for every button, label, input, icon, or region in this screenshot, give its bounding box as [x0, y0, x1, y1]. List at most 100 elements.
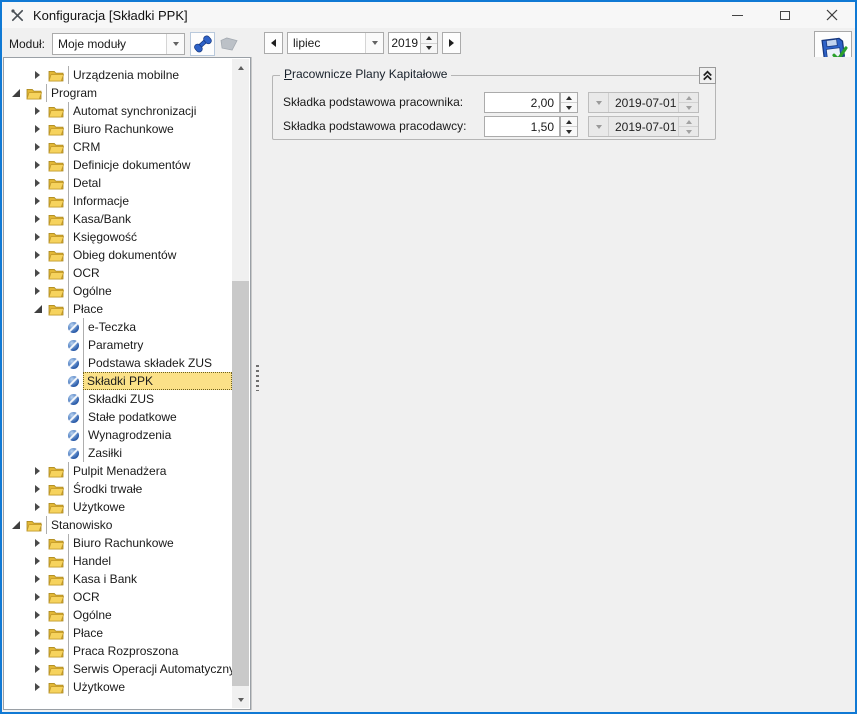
expand-arrow-icon[interactable] — [32, 287, 43, 295]
panel-splitter[interactable] — [251, 57, 262, 710]
tree-item[interactable]: Kasa/Bank — [5, 210, 232, 228]
tree-item[interactable]: Użytkowe — [5, 498, 232, 516]
tree-item[interactable]: Ogólne — [5, 282, 232, 300]
tree-item[interactable]: Podstawa składek ZUS — [5, 354, 232, 372]
expand-arrow-icon[interactable] — [32, 575, 43, 583]
expand-arrow-icon[interactable] — [32, 485, 43, 493]
expand-arrow-icon[interactable] — [32, 665, 43, 673]
expand-arrow-icon[interactable] — [32, 125, 43, 133]
tree-item[interactable]: Składki ZUS — [5, 390, 232, 408]
tree-item[interactable]: Informacje — [5, 192, 232, 210]
scroll-down-button[interactable] — [232, 691, 249, 708]
tree-item-label: Stanowisko — [46, 516, 232, 534]
spin-down-button[interactable] — [561, 102, 577, 112]
expand-arrow-icon[interactable] — [32, 251, 43, 259]
tree-item[interactable]: Detal — [5, 174, 232, 192]
expand-arrow-icon[interactable] — [32, 683, 43, 691]
tree-item[interactable]: Pulpit Menadżera — [5, 462, 232, 480]
close-button[interactable] — [808, 2, 855, 28]
tree-item[interactable]: Stałe podatkowe — [5, 408, 232, 426]
tree-item[interactable]: Składki PPK — [5, 372, 232, 390]
year-up-button[interactable] — [421, 33, 437, 43]
tree-item[interactable]: Urządzenia mobilne — [5, 66, 232, 84]
month-combobox-arrow[interactable] — [365, 33, 383, 53]
collapse-arrow-icon[interactable] — [32, 305, 43, 313]
tree-item[interactable]: Parametry — [5, 336, 232, 354]
spin-up-button[interactable] — [561, 117, 577, 126]
tree-item[interactable]: Definicje dokumentów — [5, 156, 232, 174]
minimize-button[interactable] — [714, 2, 761, 28]
employer-contribution-input[interactable]: 1,50 — [484, 116, 560, 137]
expand-arrow-icon[interactable] — [32, 593, 43, 601]
expand-arrow-icon[interactable] — [32, 557, 43, 565]
tree-item[interactable]: Program — [5, 84, 232, 102]
tree-item[interactable]: CRM — [5, 138, 232, 156]
tree-item-label: Obieg dokumentów — [68, 246, 232, 264]
previous-month-button[interactable] — [264, 32, 283, 54]
tree-item[interactable]: OCR — [5, 264, 232, 282]
month-combobox[interactable]: lipiec — [287, 32, 384, 54]
collapse-arrow-icon[interactable] — [10, 521, 21, 529]
tree-item[interactable]: Obieg dokumentów — [5, 246, 232, 264]
tree-item[interactable]: Automat synchronizacji — [5, 102, 232, 120]
spin-up-button[interactable] — [561, 93, 577, 102]
expand-arrow-icon[interactable] — [32, 629, 43, 637]
maximize-button[interactable] — [761, 2, 808, 28]
expand-arrow-icon[interactable] — [32, 611, 43, 619]
folder-icon — [26, 87, 42, 100]
collapse-group-button[interactable] — [699, 67, 716, 84]
tree-item[interactable]: Biuro Rachunkowe — [5, 534, 232, 552]
groupbox-title: Pracownicze Plany Kapitałowe — [280, 67, 451, 81]
arrow-down-icon — [566, 130, 572, 134]
tree-item[interactable]: Płace — [5, 300, 232, 318]
expand-arrow-icon[interactable] — [32, 161, 43, 169]
folder-icon — [48, 555, 64, 568]
module-combobox[interactable]: Moje moduły — [52, 33, 185, 55]
expand-arrow-icon[interactable] — [32, 71, 43, 79]
tree-item[interactable]: Serwis Operacji Automatycznych — [5, 660, 232, 678]
tree-item[interactable]: Użytkowe — [5, 678, 232, 696]
folder-icon — [48, 627, 64, 640]
arrow-up-icon — [686, 96, 692, 100]
parameter-icon — [68, 358, 79, 369]
employer-contribution-row: Składka podstawowa pracodawcy: 1,50 2019… — [273, 116, 715, 137]
expand-arrow-icon[interactable] — [32, 233, 43, 241]
expand-arrow-icon[interactable] — [32, 539, 43, 547]
tree-item[interactable]: Praca Rozproszona — [5, 642, 232, 660]
expand-arrow-icon[interactable] — [32, 143, 43, 151]
next-month-button[interactable] — [442, 32, 461, 54]
scroll-up-button[interactable] — [232, 59, 249, 76]
expand-arrow-icon[interactable] — [32, 179, 43, 187]
scrollbar-thumb[interactable] — [232, 281, 249, 686]
expand-arrow-icon[interactable] — [32, 269, 43, 277]
expand-arrow-icon[interactable] — [32, 503, 43, 511]
expand-arrow-icon[interactable] — [32, 647, 43, 655]
employee-contribution-input[interactable]: 2,00 — [484, 92, 560, 113]
tree-item[interactable]: Księgowość — [5, 228, 232, 246]
year-spinner[interactable]: 2019 — [388, 32, 438, 54]
tree-item[interactable]: Wynagrodzenia — [5, 426, 232, 444]
tree-item[interactable]: e-Teczka — [5, 318, 232, 336]
year-down-button[interactable] — [421, 43, 437, 54]
expand-arrow-icon[interactable] — [32, 215, 43, 223]
module-combobox-arrow[interactable] — [166, 34, 184, 54]
folder-icon — [48, 465, 64, 478]
tree-item[interactable]: Zasiłki — [5, 444, 232, 462]
expand-arrow-icon[interactable] — [32, 107, 43, 115]
tree-item[interactable]: Kasa i Bank — [5, 570, 232, 588]
tree-item[interactable]: Ogólne — [5, 606, 232, 624]
ppk-groupbox: Pracownicze Plany Kapitałowe Składka pod… — [272, 75, 716, 140]
collapse-arrow-icon[interactable] — [10, 89, 21, 97]
operator-phone-button[interactable] — [190, 32, 215, 56]
tree-item[interactable]: OCR — [5, 588, 232, 606]
expand-arrow-icon[interactable] — [32, 197, 43, 205]
tree-item[interactable]: Płace — [5, 624, 232, 642]
tree-scrollbar[interactable] — [232, 59, 249, 708]
tree-item[interactable]: Handel — [5, 552, 232, 570]
expand-arrow-icon[interactable] — [32, 467, 43, 475]
tree-item[interactable]: Stanowisko — [5, 516, 232, 534]
spin-down-button[interactable] — [561, 126, 577, 136]
tree-item[interactable]: Środki trwałe — [5, 480, 232, 498]
tree-item[interactable]: Biuro Rachunkowe — [5, 120, 232, 138]
parameter-icon — [68, 394, 79, 405]
